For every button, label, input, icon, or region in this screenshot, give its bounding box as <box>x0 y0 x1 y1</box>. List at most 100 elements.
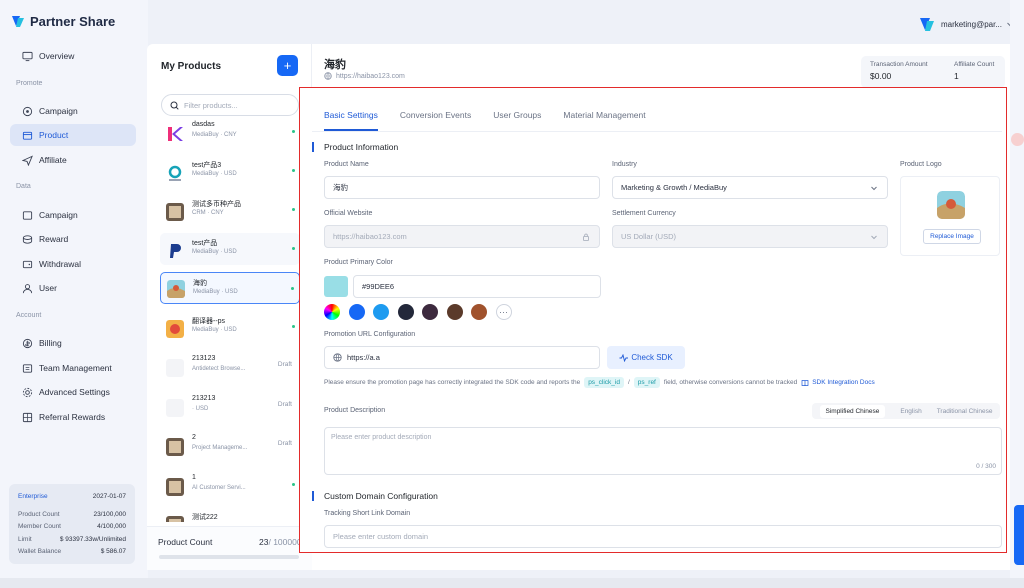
official-website-field[interactable]: https://haibao123.com <box>324 225 600 248</box>
list-item[interactable]: 测试多币种产品 CRM · CNY <box>160 194 300 226</box>
sidebar-item-reward[interactable]: Reward <box>10 228 136 250</box>
product-name: 213213 <box>192 395 216 402</box>
promotion-url-field[interactable]: https://a.a <box>324 346 600 369</box>
description-char-count: 0 / 300 <box>976 463 996 470</box>
more-colors-button[interactable]: ··· <box>495 304 512 320</box>
color-option[interactable] <box>446 304 463 320</box>
list-item[interactable]: 1 AI Customer Servi... <box>160 469 300 501</box>
tab-basic-settings[interactable]: Basic Settings <box>324 110 378 131</box>
tab-simplified-chinese[interactable]: Simplified Chinese <box>819 404 886 418</box>
product-meta: MediaBuy · CNY <box>192 132 237 138</box>
sidebar-item-withdrawal[interactable]: Withdrawal <box>10 253 136 275</box>
user-menu[interactable]: marketing@par... <box>917 14 1014 34</box>
status-badge: Draft <box>277 401 292 408</box>
brand-logo[interactable]: Partner Share <box>10 13 115 29</box>
product-description-textarea[interactable]: Please enter product description 0 / 300 <box>324 427 1002 475</box>
sidebar-item-team-management[interactable]: Team Management <box>10 357 136 379</box>
sidebar-item-data-campaign[interactable]: Campaign <box>10 204 136 226</box>
paypal-icon <box>170 244 181 258</box>
product-count-total: / 100000 <box>268 537 302 547</box>
product-name: 翻译器--ps <box>192 318 226 325</box>
sidebar-item-label: Advanced Settings <box>39 387 110 397</box>
product-thumbnail <box>167 280 185 298</box>
tab-user-groups[interactable]: User Groups <box>493 110 541 131</box>
activity-icon <box>619 353 629 362</box>
bottom-bar <box>0 578 1024 588</box>
list-item[interactable]: test产品3 MediaBuy · USD <box>160 155 300 187</box>
list-item[interactable]: 测试222 <box>160 507 300 522</box>
tab-traditional-chinese[interactable]: Traditional Chinese <box>937 408 993 415</box>
sidebar-item-product[interactable]: Product <box>10 124 136 146</box>
sdk-docs-label: SDK Integration Docs <box>812 379 875 386</box>
user-name: marketing@par... <box>940 19 1002 29</box>
add-product-button[interactable]: + <box>277 55 298 76</box>
product-thumbnail <box>166 438 184 456</box>
color-option[interactable] <box>397 304 414 320</box>
industry-value: Marketing & Growth / MediaBuy <box>621 183 727 192</box>
check-sdk-button[interactable]: Check SDK <box>607 346 685 369</box>
list-item[interactable]: dasdas MediaBuy · CNY <box>160 118 300 148</box>
sidebar-item-user[interactable]: User <box>10 277 136 299</box>
product-thumbnail <box>166 320 184 338</box>
list-item-selected[interactable]: 海豹 MediaBuy · USD <box>160 272 300 304</box>
sidebar-item-billing[interactable]: Billing <box>10 332 136 354</box>
brand-name: Partner Share <box>30 13 116 29</box>
enterprise-header: Enterprise 2027-01-07 <box>18 490 126 502</box>
stat-value: 1 <box>954 71 959 81</box>
page-title: 海豹 <box>324 59 346 71</box>
filter-placeholder: Filter products... <box>184 100 238 110</box>
replace-image-button[interactable]: Replace Image <box>923 229 981 244</box>
tab-english[interactable]: English <box>900 408 921 415</box>
filter-products-input[interactable]: Filter products... <box>161 94 299 116</box>
sdk-docs-link[interactable]: SDK Integration Docs <box>801 379 875 387</box>
stat-label: Affiliate Count <box>954 61 995 68</box>
status-dot <box>291 287 294 290</box>
wallet-icon <box>22 260 33 268</box>
custom-domain-placeholder: Please enter custom domain <box>333 532 429 541</box>
industry-select[interactable]: Marketing & Growth / MediaBuy <box>612 176 888 199</box>
list-item[interactable]: 213213 · USD Draft <box>160 390 300 422</box>
monitor-icon <box>22 51 33 61</box>
floating-avatar-icon[interactable] <box>1011 133 1024 146</box>
color-option[interactable] <box>471 304 487 320</box>
color-wheel-button[interactable] <box>324 304 340 320</box>
product-url-text[interactable]: https://haibao123.com <box>336 73 405 80</box>
list-item[interactable]: 翻译器--ps MediaBuy · USD <box>160 311 300 343</box>
settlement-currency-select[interactable]: US Dollar (USD) <box>612 225 888 248</box>
product-name: 海豹 <box>193 280 207 287</box>
section-product-information: Product Information <box>312 142 398 152</box>
sidebar-item-referral-rewards[interactable]: Referral Rewards <box>10 406 136 428</box>
lock-icon <box>583 233 589 241</box>
product-description-label: Product Description <box>324 407 386 414</box>
product-name: test产品 <box>192 240 218 247</box>
tab-conversion-events[interactable]: Conversion Events <box>400 110 471 131</box>
sidebar-item-overview[interactable]: Overview <box>10 45 136 67</box>
enterprise-row: Product Count 23/100,000 <box>18 508 126 520</box>
sidebar-item-affiliate[interactable]: Affiliate <box>10 149 136 171</box>
product-list[interactable]: dasdas MediaBuy · CNY test产品3 MediaBuy ·… <box>160 118 300 522</box>
custom-domain-input[interactable]: Please enter custom domain <box>324 525 1002 548</box>
primary-color-swatch[interactable] <box>324 276 348 297</box>
description-placeholder: Please enter product description <box>331 434 432 441</box>
product-thumbnail <box>166 399 184 417</box>
sidebar-item-campaign[interactable]: Campaign <box>10 100 136 122</box>
horizontal-scrollbar[interactable] <box>159 555 299 559</box>
product-meta: CRM · CNY <box>192 210 224 216</box>
sidebar-item-label: Withdrawal <box>39 259 82 269</box>
product-thumbnail <box>166 516 184 522</box>
product-logo-label: Product Logo <box>900 161 942 168</box>
list-item[interactable]: 213123 Antidetect Browse... Draft <box>160 350 300 382</box>
check-sdk-label: Check SDK <box>631 353 673 362</box>
color-option[interactable] <box>348 304 365 320</box>
tab-material-management[interactable]: Material Management <box>563 110 645 131</box>
primary-color-input[interactable]: #99DEE6 <box>353 275 601 298</box>
enterprise-row: Member Count 4/100,000 <box>18 521 126 533</box>
sdk-note-text: field, otherwise conversions cannot be t… <box>663 379 798 386</box>
floating-feedback-button[interactable] <box>1014 505 1024 565</box>
list-item[interactable]: test产品 MediaBuy · USD <box>160 233 300 265</box>
product-name-field[interactable]: 海豹 <box>324 176 600 199</box>
sidebar-item-advanced-settings[interactable]: Advanced Settings <box>10 381 136 403</box>
list-item[interactable]: 2 Project Manageme... Draft <box>160 429 300 461</box>
color-option[interactable] <box>373 304 389 320</box>
color-option[interactable] <box>422 304 438 320</box>
